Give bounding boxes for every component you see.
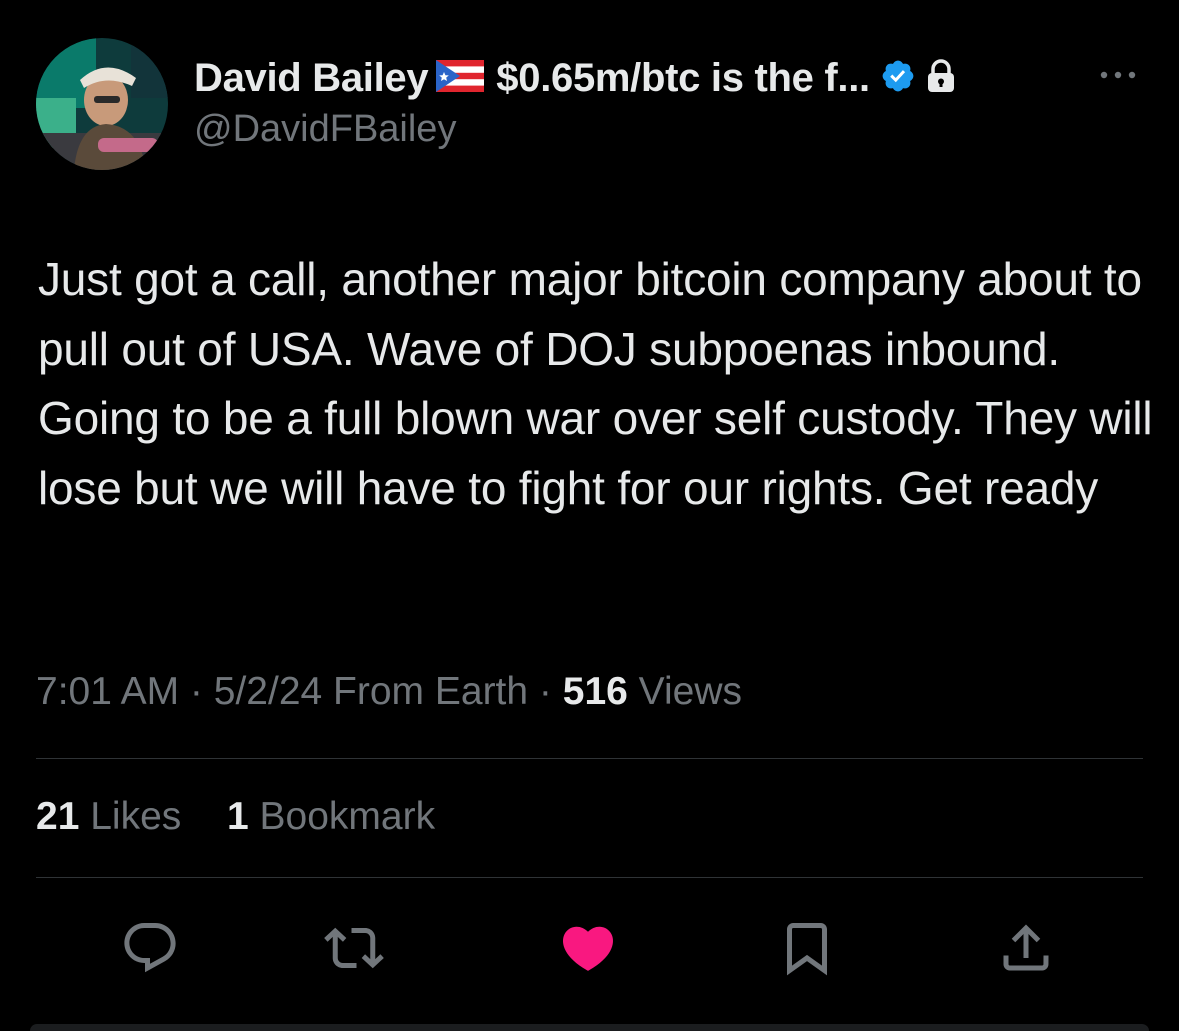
- author-name-row[interactable]: David Bailey $0.65m/btc is the f...: [194, 52, 956, 104]
- avatar-image: [36, 38, 168, 170]
- bookmarks-label: Bookmark: [248, 795, 436, 838]
- bookmarks-stat[interactable]: 1 Bookmark: [227, 795, 435, 838]
- retweet-button[interactable]: [324, 918, 384, 978]
- more-options-button[interactable]: [1096, 60, 1140, 90]
- more-icon: [1100, 71, 1136, 79]
- tweet-text: Just got a call, another major bitcoin c…: [38, 253, 1153, 514]
- avatar[interactable]: [36, 38, 168, 170]
- views-count[interactable]: 516: [563, 670, 628, 713]
- bookmark-button[interactable]: [777, 918, 837, 978]
- retweet-icon: [324, 927, 384, 969]
- bookmark-icon: [787, 923, 827, 976]
- likes-stat[interactable]: 21 Likes: [36, 795, 181, 838]
- reply-icon: [124, 923, 176, 973]
- author-bio-snippet: $0.65m/btc is the f...: [496, 55, 870, 100]
- lock-icon: [926, 58, 956, 98]
- like-button[interactable]: [558, 918, 618, 978]
- likes-count: 21: [36, 795, 80, 838]
- meta-separator: ·: [179, 670, 214, 713]
- tweet-stats: 21 Likes 1 Bookmark: [36, 795, 435, 839]
- divider: [36, 877, 1143, 878]
- views-label[interactable]: Views: [628, 670, 742, 713]
- tweet-date[interactable]: 5/2/24: [214, 670, 322, 713]
- likes-label: Likes: [79, 795, 182, 838]
- verified-badge-icon[interactable]: [880, 58, 916, 99]
- reply-button[interactable]: [120, 918, 180, 978]
- tweet-meta: 7:01 AM · 5/2/24 From Earth · 516 Views: [36, 670, 742, 714]
- bookmarks-count: 1: [226, 795, 249, 838]
- divider: [36, 758, 1143, 759]
- tweet-source: From Earth: [322, 670, 529, 713]
- share-icon: [1003, 924, 1049, 971]
- like-icon: [562, 926, 614, 971]
- author-display-name[interactable]: David Bailey: [194, 56, 429, 101]
- share-button[interactable]: [996, 918, 1056, 978]
- tweet-time[interactable]: 7:01 AM: [36, 670, 179, 713]
- author-handle[interactable]: @DavidFBailey: [194, 108, 456, 151]
- meta-separator: ·: [528, 670, 563, 713]
- bottom-panel-edge: [30, 1024, 1149, 1031]
- puerto-rico-flag-icon: [436, 59, 485, 97]
